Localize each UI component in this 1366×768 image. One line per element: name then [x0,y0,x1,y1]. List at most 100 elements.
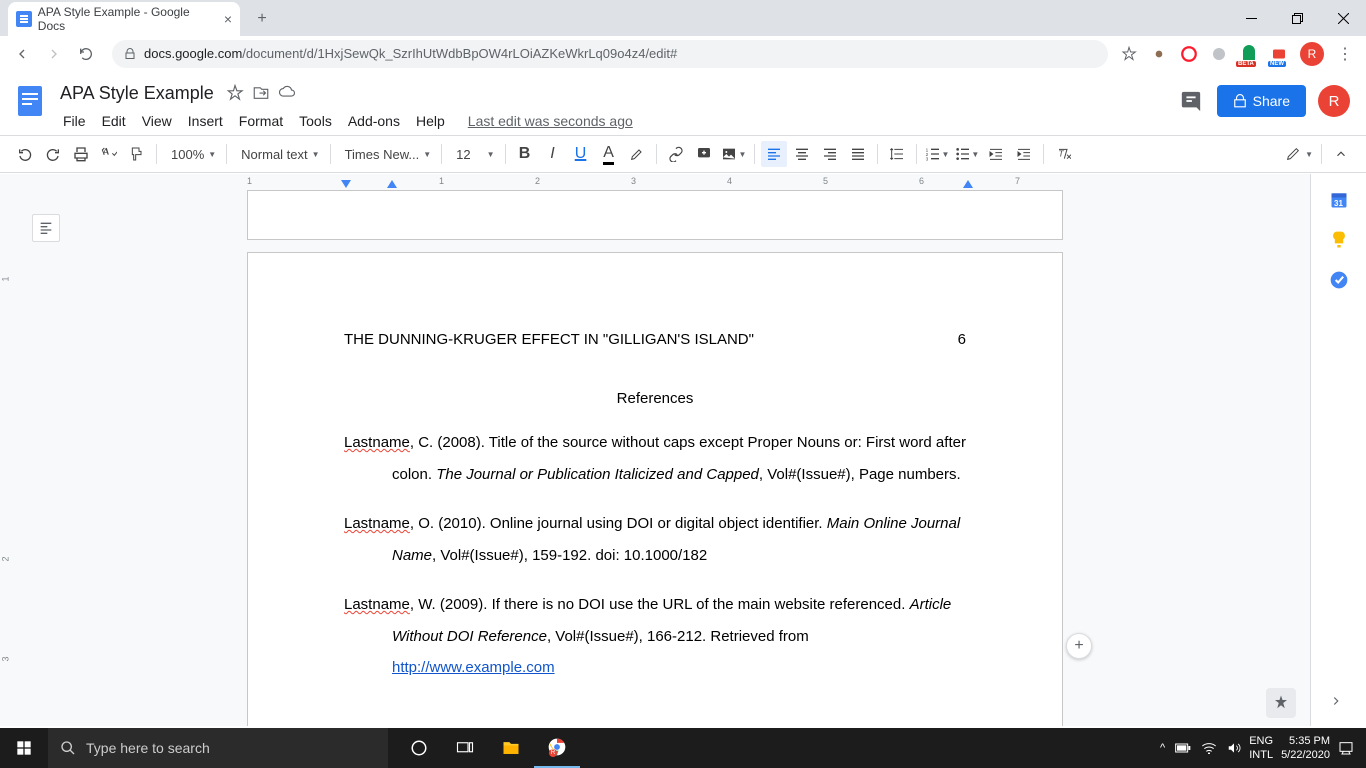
url-domain: docs.google.com [144,46,242,61]
maximize-window[interactable] [1274,0,1320,36]
align-left-button[interactable] [761,141,787,167]
reload-button[interactable] [72,40,100,68]
keyboard-lang[interactable]: ENG [1249,734,1273,748]
add-comment-button[interactable] [691,141,717,167]
document-page[interactable]: THE DUNNING-KRUGER EFFECT IN "GILLIGAN'S… [247,252,1063,726]
underline-button[interactable]: U [568,141,594,167]
close-tab-icon[interactable]: × [224,11,232,27]
menu-help[interactable]: Help [409,111,452,131]
close-window[interactable] [1320,0,1366,36]
move-icon[interactable] [252,84,270,102]
show-side-panel-icon[interactable] [1329,694,1349,714]
system-clock[interactable]: 5:35 PM 5/22/2020 [1281,734,1330,763]
keep-icon[interactable] [1329,230,1349,250]
font-size-select[interactable]: 12▼ [448,147,498,162]
menu-edit[interactable]: Edit [95,111,133,131]
calendar-icon[interactable]: 31 [1329,190,1349,210]
print-button[interactable] [68,141,94,167]
editing-mode-button[interactable]: ▼ [1283,141,1315,167]
style-select[interactable]: Normal text▼ [233,147,323,162]
toolbar: A 100%▼ Normal text▼ Times New...▼ 12▼ B… [0,135,1366,173]
decrease-indent-button[interactable] [983,141,1009,167]
highlight-button[interactable] [624,141,650,167]
browser-profile-avatar[interactable]: R [1300,42,1324,66]
bulleted-list-button[interactable]: ▼ [953,141,981,167]
insert-image-button[interactable]: ▼ [719,141,749,167]
side-panel: 31 [1310,174,1366,726]
profile-avatar[interactable]: R [1318,85,1350,117]
windows-taskbar: Type here to search R ^ ENG INTL 5:35 PM… [0,728,1366,768]
explore-button[interactable] [1266,688,1296,718]
new-badge-icon[interactable]: NEW [1270,45,1288,63]
back-button[interactable] [8,40,36,68]
menu-tools[interactable]: Tools [292,111,339,131]
keyboard-layout[interactable]: INTL [1249,748,1273,762]
star-bookmark-icon[interactable] [1120,45,1138,63]
clear-formatting-button[interactable]: T [1050,141,1076,167]
forward-button[interactable] [40,40,68,68]
chrome-taskbar-icon[interactable]: R [534,728,580,768]
hide-menus-button[interactable] [1328,141,1354,167]
taskbar-search[interactable]: Type here to search [48,728,388,768]
search-icon [60,740,76,756]
start-button[interactable] [0,728,48,768]
tab-title: APA Style Example - Google Docs [38,5,218,33]
previous-page [247,190,1063,240]
redo-button[interactable] [40,141,66,167]
zoom-select[interactable]: 100%▼ [163,147,220,162]
font-select[interactable]: Times New...▼ [337,147,436,162]
add-comment-bubble[interactable]: + [1066,633,1092,659]
opera-icon[interactable] [1180,45,1198,63]
star-icon[interactable] [226,84,244,102]
insert-link-button[interactable] [663,141,689,167]
action-center-icon[interactable] [1338,740,1354,756]
volume-icon[interactable] [1227,741,1241,755]
menu-file[interactable]: File [56,111,93,131]
running-head-text: THE DUNNING-KRUGER EFFECT IN "GILLIGAN'S… [344,331,754,348]
menu-addons[interactable]: Add-ons [341,111,407,131]
vertical-ruler[interactable]: 1 2 3 [3,194,18,726]
file-explorer-icon[interactable] [488,728,534,768]
battery-icon[interactable] [1175,742,1191,754]
line-spacing-button[interactable] [884,141,910,167]
document-title[interactable]: APA Style Example [56,81,218,106]
undo-button[interactable] [12,141,38,167]
align-justify-button[interactable] [845,141,871,167]
last-edit-link[interactable]: Last edit was seconds ago [468,113,633,129]
extension-icon[interactable] [1150,45,1168,63]
grammarly-icon[interactable] [1210,45,1228,63]
document-outline-button[interactable] [32,214,60,242]
increase-indent-button[interactable] [1011,141,1037,167]
cortana-icon[interactable] [396,728,442,768]
task-view-icon[interactable] [442,728,488,768]
share-button[interactable]: Share [1217,85,1306,117]
italic-button[interactable]: I [540,141,566,167]
text-color-button[interactable]: A [596,141,622,167]
cloud-status-icon[interactable] [278,84,296,102]
menu-view[interactable]: View [135,111,179,131]
url-path: /document/d/1HxjSewQk_SzrIhUtWdbBpOW4rLO… [242,46,677,61]
svg-text:T: T [1059,149,1065,159]
reference-url-link[interactable]: http://www.example.com [392,659,555,676]
align-center-button[interactable] [789,141,815,167]
wifi-icon[interactable] [1201,742,1217,754]
beta-badge-icon[interactable]: BETA [1240,45,1258,63]
comment-history-button[interactable] [1177,87,1205,115]
address-bar[interactable]: docs.google.com/document/d/1HxjSewQk_Szr… [112,40,1108,68]
new-tab-button[interactable]: + [248,5,276,33]
menu-insert[interactable]: Insert [181,111,230,131]
tasks-icon[interactable] [1329,270,1349,290]
spellcheck-button[interactable]: A [96,141,122,167]
browser-menu-icon[interactable]: ⋮ [1336,45,1354,63]
svg-text:A: A [103,148,109,157]
paint-format-button[interactable] [124,141,150,167]
horizontal-ruler[interactable]: 1 1 2 3 4 5 6 7 [0,174,1310,190]
browser-tab[interactable]: APA Style Example - Google Docs × [8,2,240,36]
align-right-button[interactable] [817,141,843,167]
minimize-window[interactable] [1228,0,1274,36]
checklist-button[interactable]: 123▼ [923,141,951,167]
bold-button[interactable]: B [512,141,538,167]
menu-format[interactable]: Format [232,111,290,131]
tray-chevron-icon[interactable]: ^ [1160,742,1165,754]
docs-logo[interactable] [12,83,52,123]
